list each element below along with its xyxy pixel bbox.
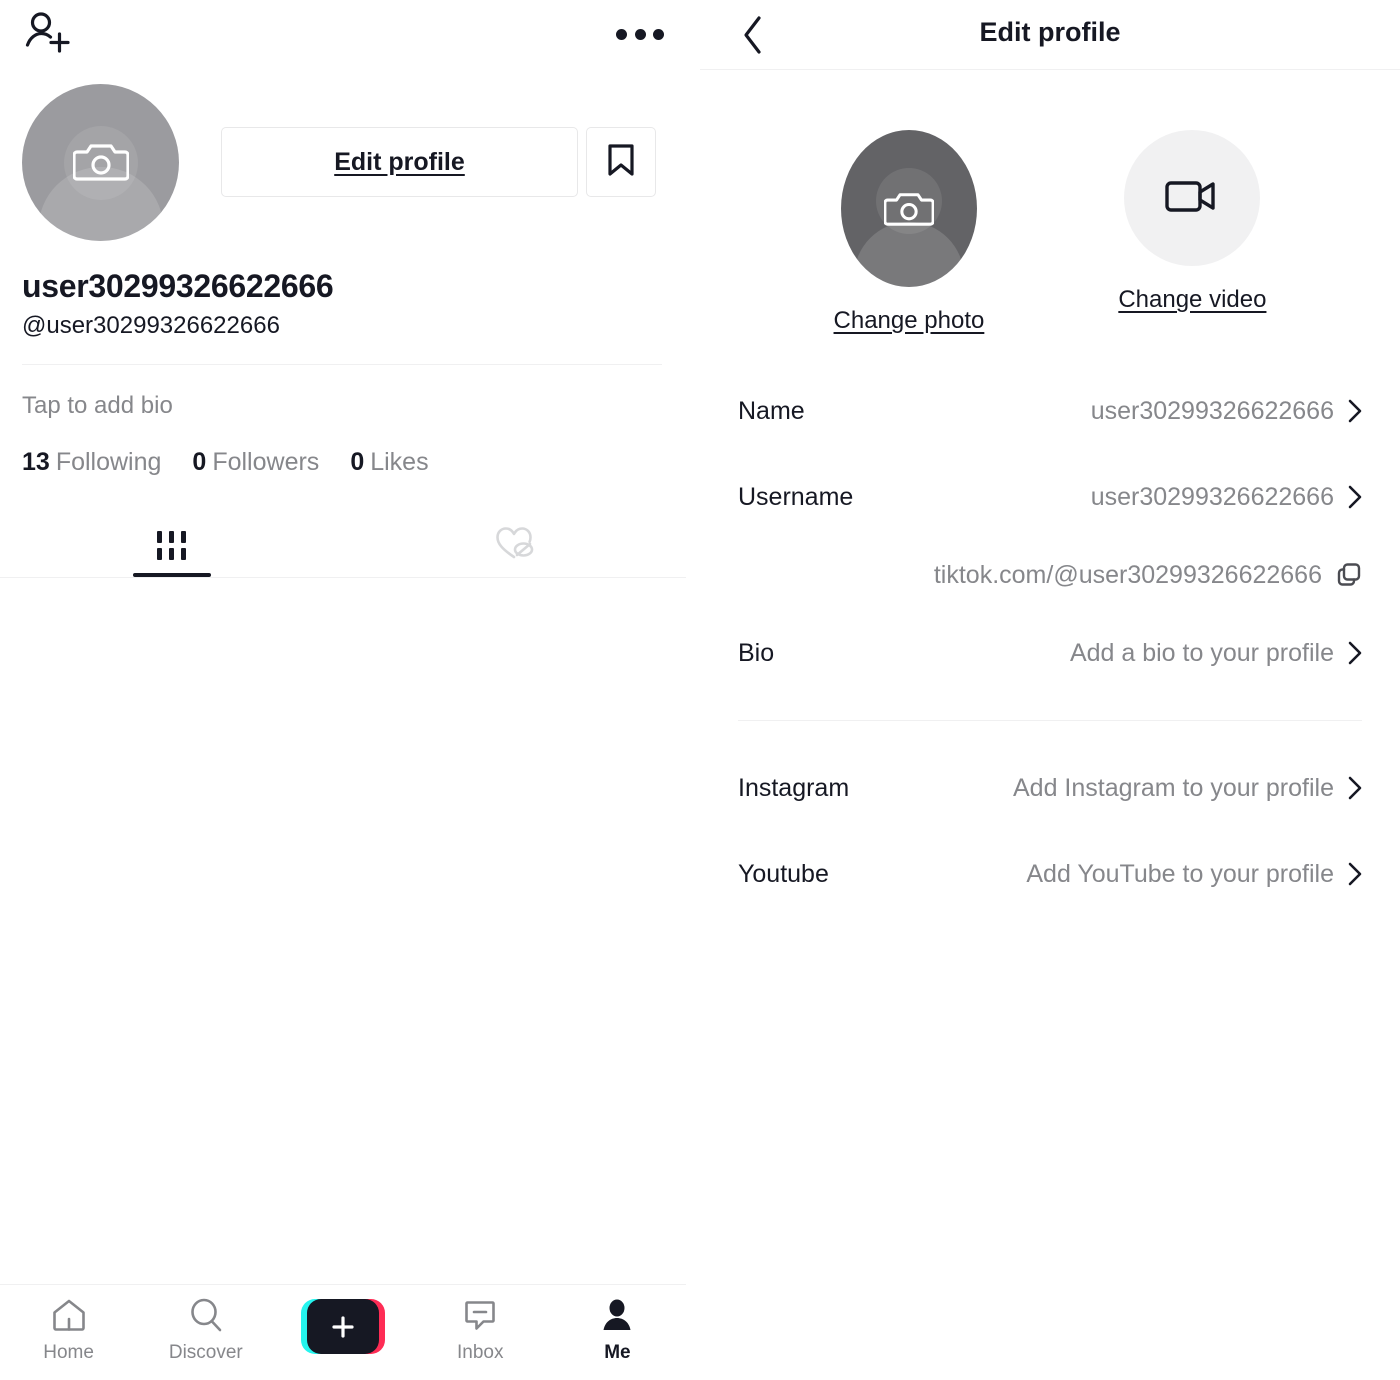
bookmark-icon [606, 143, 636, 182]
nav-item-discover[interactable]: Discover [137, 1285, 274, 1364]
nav-label-me: Me [604, 1342, 631, 1363]
field-row-bio[interactable]: Bio Add a bio to your profile [738, 610, 1362, 696]
field-value-bio: Add a bio to your profile [1069, 638, 1334, 667]
field-right-youtube: Add YouTube to your profile [1026, 860, 1362, 889]
person-icon [599, 1297, 635, 1338]
stat-following-label: Following [55, 448, 162, 476]
field-value-username: user30299326622666 [1090, 482, 1334, 511]
video-camera-icon [1164, 175, 1220, 222]
edit-profile-screen: Edit profile Change photo Change video N… [700, 0, 1400, 1380]
field-label-bio: Bio [738, 638, 775, 667]
camera-icon [71, 138, 130, 186]
bottom-navigation: Home Discover Inbox Me [0, 1284, 686, 1380]
display-name: user30299326622666 [22, 268, 334, 304]
avatar-shoulders-shape [853, 222, 964, 287]
edit-profile-header: Edit profile [700, 0, 1400, 70]
more-options-icon[interactable] [616, 20, 664, 48]
bookmark-button[interactable] [586, 127, 656, 197]
field-value-name: user30299326622666 [1090, 396, 1334, 425]
media-change-row: Change photo Change video [700, 130, 1400, 335]
video-circle[interactable] [1124, 130, 1261, 266]
field-row-youtube[interactable]: Youtube Add YouTube to your profile [738, 831, 1362, 917]
profile-header-row: Edit profile [22, 83, 662, 241]
camera-icon [883, 187, 935, 230]
field-value-instagram: Add Instagram to your profile [1013, 773, 1334, 802]
chevron-right-icon [1348, 776, 1362, 800]
dual-screen-container: Edit profile user30299326622666 @user302… [0, 0, 1400, 1380]
inbox-message-icon [462, 1297, 498, 1338]
edit-profile-label: Edit profile [334, 147, 465, 176]
create-core [307, 1299, 379, 1354]
chevron-right-icon [1348, 862, 1362, 886]
change-photo-label: Change photo [833, 307, 985, 334]
nav-label-inbox: Inbox [456, 1342, 504, 1363]
field-row-name[interactable]: Name user30299326622666 [738, 368, 1362, 454]
profile-topbar [0, 0, 686, 70]
field-value-youtube: Add YouTube to your profile [1026, 859, 1334, 888]
nav-item-home[interactable]: Home [0, 1285, 137, 1364]
search-icon [188, 1297, 224, 1338]
avatar[interactable] [840, 130, 977, 287]
page-title: Edit profile [979, 17, 1121, 47]
chevron-right-icon [1348, 485, 1362, 509]
person-add-icon[interactable] [22, 8, 74, 60]
stat-likes[interactable]: 0 Likes [350, 448, 428, 477]
avatar[interactable] [22, 83, 179, 241]
field-right-username: user30299326622666 [1091, 483, 1362, 512]
home-icon [51, 1297, 87, 1338]
stat-followers-label: Followers [212, 448, 320, 476]
nav-item-me[interactable]: Me [549, 1285, 686, 1364]
profile-divider [22, 364, 662, 365]
tab-active-underline [132, 573, 211, 577]
stat-followers[interactable]: 0 Followers [192, 448, 319, 477]
tab-videos[interactable] [0, 514, 343, 577]
stat-likes-label: Likes [370, 448, 429, 476]
chevron-right-icon [1348, 399, 1362, 423]
edit-profile-fields: Name user30299326622666 Username user302… [700, 368, 1400, 917]
field-right-bio: Add a bio to your profile [1070, 639, 1362, 668]
profile-tabs [0, 514, 686, 578]
profile-url-row[interactable]: tiktok.com/@user30299326622666 [738, 540, 1362, 610]
field-label-instagram: Instagram [738, 773, 850, 802]
liked-hidden-heart-icon [494, 524, 536, 567]
edit-profile-button[interactable]: Edit profile [221, 127, 578, 197]
nav-item-inbox[interactable]: Inbox [412, 1285, 549, 1364]
video-grid-icon [157, 531, 186, 560]
handle: @user30299326622666 [22, 312, 280, 339]
tab-liked[interactable] [343, 514, 686, 577]
create-plus-icon[interactable] [301, 1299, 385, 1354]
field-right-instagram: Add Instagram to your profile [1013, 774, 1362, 803]
bio-placeholder[interactable]: Tap to add bio [22, 392, 173, 420]
change-photo-button[interactable]: Change photo [833, 130, 985, 335]
field-right-name: user30299326622666 [1091, 397, 1362, 426]
stat-following-count: 13 [22, 448, 50, 476]
profile-url-text: tiktok.com/@user30299326622666 [933, 560, 1322, 589]
nav-item-create[interactable] [274, 1285, 411, 1358]
field-label-username: Username [738, 482, 854, 511]
stat-likes-count: 0 [350, 448, 365, 476]
profile-stats: 13 Following 0 Followers 0 Likes [22, 448, 460, 477]
field-row-username[interactable]: Username user30299326622666 [738, 454, 1362, 540]
change-video-label: Change video [1118, 286, 1267, 313]
field-label-youtube: Youtube [738, 859, 829, 888]
stat-following[interactable]: 13 Following [22, 448, 161, 477]
nav-label-home: Home [43, 1342, 94, 1363]
profile-screen: Edit profile user30299326622666 @user302… [0, 0, 686, 1380]
field-row-instagram[interactable]: Instagram Add Instagram to your profile [738, 745, 1362, 831]
change-video-button[interactable]: Change video [1118, 130, 1266, 335]
copy-icon[interactable] [1336, 562, 1362, 588]
stat-followers-count: 0 [192, 448, 207, 476]
field-label-name: Name [738, 396, 805, 425]
nav-label-discover: Discover [168, 1342, 243, 1363]
panel-gap [686, 0, 700, 1380]
chevron-right-icon [1348, 641, 1362, 665]
